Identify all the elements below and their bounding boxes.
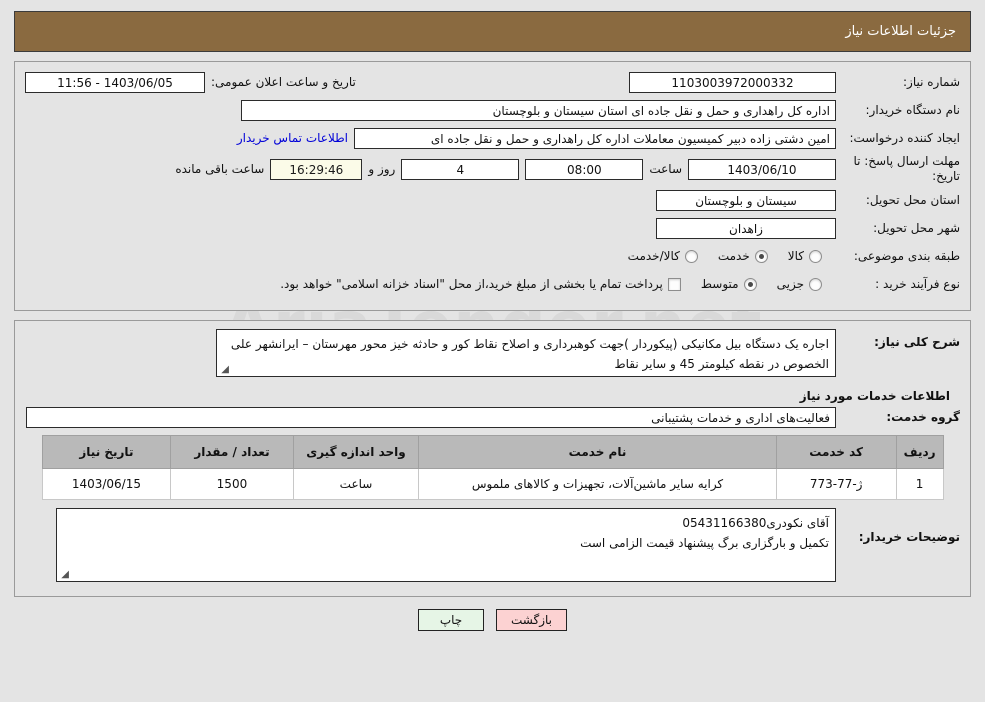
process-option-0[interactable]: جزیی xyxy=(777,277,822,291)
services-section-title: اطلاعات خدمات مورد نیاز xyxy=(799,389,950,403)
page-title: جزئیات اطلاعات نیاز xyxy=(845,24,956,39)
cell-quantity: 1500 xyxy=(170,468,294,500)
resize-grip-icon[interactable]: ◢ xyxy=(219,365,229,375)
category-option-2-label: کالا/خدمت xyxy=(627,249,680,263)
radio-icon[interactable] xyxy=(809,249,822,263)
row-buyer-org: نام دستگاه خریدار: اداره کل راهداری و حم… xyxy=(25,98,960,122)
need-info-panel: شماره نیاز: 1103003972000332 تاریخ و ساع… xyxy=(14,61,971,311)
row-province: استان محل تحویل: سیستان و بلوچستان xyxy=(25,188,960,212)
buyer-org-value: اداره کل راهداری و حمل و نقل جاده ای است… xyxy=(241,99,836,121)
deadline-hour-value: 08:00 xyxy=(525,158,644,180)
services-panel: شرح کلی نیاز: اجاره یک دستگاه بیل مکانیک… xyxy=(14,320,971,597)
category-option-0-label: کالا xyxy=(787,249,804,263)
print-button[interactable]: چاپ xyxy=(418,609,484,631)
buyer-notes-line-1: آقای نکودری05431166380 xyxy=(682,516,829,530)
row-service-group: گروه خدمت: فعالیت‌های اداری و خدمات پشتی… xyxy=(25,405,960,429)
row-deadline: مهلت ارسال پاسخ: تا تاریخ: 1403/06/10 سا… xyxy=(25,154,960,184)
row-need-number: شماره نیاز: 1103003972000332 تاریخ و ساع… xyxy=(25,70,960,94)
footer-actions: بازگشت چاپ xyxy=(0,609,985,631)
need-number-label: شماره نیاز: xyxy=(903,74,960,89)
row-city: شهر محل تحویل: زاهدان xyxy=(25,216,960,240)
col-header-code: کد خدمت xyxy=(775,435,897,469)
back-button[interactable]: بازگشت xyxy=(496,609,567,631)
radio-icon[interactable] xyxy=(684,249,698,263)
city-label: شهر محل تحویل: xyxy=(873,220,960,235)
description-textarea[interactable]: اجاره یک دستگاه بیل مکانیکی (پیکوردار )ج… xyxy=(216,329,836,377)
radio-icon[interactable] xyxy=(809,277,822,291)
days-label: روز و xyxy=(368,162,396,176)
radio-icon[interactable] xyxy=(754,249,768,263)
category-option-0[interactable]: کالا xyxy=(788,249,822,263)
category-option-2[interactable]: کالا/خدمت xyxy=(628,249,698,263)
buyer-notes-textarea[interactable]: آقای نکودری05431166380 تکمیل و بارگزاری … xyxy=(56,508,836,582)
province-label: استان محل تحویل: xyxy=(865,192,960,207)
row-category: طبقه بندی موضوعی: کالا خدمت کالا/خدمت xyxy=(25,244,960,268)
row-description: شرح کلی نیاز: اجاره یک دستگاه بیل مکانیک… xyxy=(25,329,960,377)
category-label: طبقه بندی موضوعی: xyxy=(853,248,960,263)
cell-code: ژ-77-773 xyxy=(775,468,897,500)
process-option-1-label: متوسط xyxy=(700,277,739,291)
countdown-label: ساعت باقی مانده xyxy=(175,162,265,176)
cell-date: 1403/06/15 xyxy=(41,468,172,500)
process-option-1[interactable]: متوسط xyxy=(701,277,757,291)
col-header-quantity: تعداد / مقدار xyxy=(170,435,294,469)
page-header: جزئیات اطلاعات نیاز xyxy=(14,11,971,52)
col-header-name: نام خدمت xyxy=(418,435,777,469)
creator-value: امین دشتی زاده دبیر کمیسیون معاملات ادار… xyxy=(354,127,836,149)
cell-unit: ساعت xyxy=(292,468,420,500)
hour-label: ساعت xyxy=(649,162,682,176)
row-creator: ایجاد کننده درخواست: امین دشتی زاده دبیر… xyxy=(25,126,960,150)
description-value: اجاره یک دستگاه بیل مکانیکی (پیکوردار )ج… xyxy=(230,337,829,371)
category-option-1[interactable]: خدمت xyxy=(718,249,768,263)
deadline-label: مهلت ارسال پاسخ: تا تاریخ: xyxy=(853,154,960,183)
col-header-row-no: ردیف xyxy=(895,435,944,469)
creator-label: ایجاد کننده درخواست: xyxy=(849,130,960,145)
row-buyer-notes: توضیحات خریدار: آقای نکودری05431166380 ت… xyxy=(25,508,960,582)
category-option-1-label: خدمت xyxy=(717,249,750,263)
countdown-timer: 16:29:46 xyxy=(270,158,363,180)
description-label: شرح کلی نیاز: xyxy=(874,335,960,349)
services-table: ردیف کد خدمت نام خدمت واحد اندازه گیری ت… xyxy=(41,435,944,500)
service-group-label: گروه خدمت: xyxy=(886,409,960,424)
service-group-value: فعالیت‌های اداری و خدمات پشتیبانی xyxy=(26,406,836,428)
process-label: نوع فرآیند خرید : xyxy=(875,276,960,291)
col-header-unit: واحد اندازه گیری xyxy=(292,435,420,469)
cell-row-no: 1 xyxy=(895,468,944,500)
col-header-date: تاریخ نیاز xyxy=(41,435,172,469)
buyer-contact-link[interactable]: اطلاعات تماس خریدار xyxy=(237,131,348,145)
buyer-notes-line-2: تکمیل و بارگزاری برگ پیشنهاد قیمت الزامی… xyxy=(580,536,829,550)
remaining-days-value: 4 xyxy=(401,158,520,180)
row-process: نوع فرآیند خرید : جزیی متوسط پرداخت تمام… xyxy=(25,272,960,296)
treasury-checkbox-wrap[interactable]: پرداخت تمام یا بخشی از مبلغ خرید،از محل … xyxy=(280,277,681,291)
radio-icon[interactable] xyxy=(743,277,757,291)
buyer-org-label: نام دستگاه خریدار: xyxy=(865,102,961,117)
checkbox-icon[interactable] xyxy=(667,277,681,291)
city-value: زاهدان xyxy=(656,217,836,239)
cell-name: کرایه سایر ماشین‌آلات، تجهیزات و کالاهای… xyxy=(418,468,777,500)
province-value: سیستان و بلوچستان xyxy=(656,189,836,211)
treasury-text: پرداخت تمام یا بخشی از مبلغ خرید،از محل … xyxy=(280,277,663,291)
table-header-row: ردیف کد خدمت نام خدمت واحد اندازه گیری ت… xyxy=(41,435,944,469)
public-announce-label: تاریخ و ساعت اعلان عمومی: xyxy=(211,75,356,89)
table-row: 1 ژ-77-773 کرایه سایر ماشین‌آلات، تجهیزا… xyxy=(41,468,944,500)
resize-grip-icon[interactable]: ◢ xyxy=(59,570,69,580)
process-option-0-label: جزیی xyxy=(776,277,804,291)
deadline-date-value: 1403/06/10 xyxy=(688,158,836,180)
need-number-value: 1103003972000332 xyxy=(629,71,836,93)
public-announce-value: 1403/06/05 - 11:56 xyxy=(25,71,205,93)
buyer-notes-label: توضیحات خریدار: xyxy=(858,530,960,544)
